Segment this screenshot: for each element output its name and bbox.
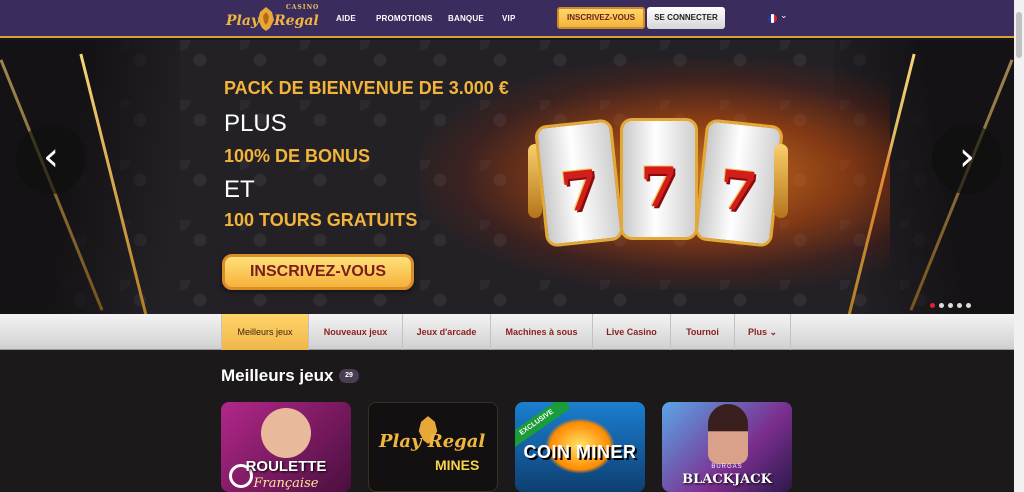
- tab-machines-a-sous[interactable]: Machines à sous: [491, 314, 593, 350]
- tab-tournoi[interactable]: Tournoi: [671, 314, 735, 350]
- promo-plus: PLUS: [224, 110, 287, 137]
- nav-promotions[interactable]: PROMOTIONS: [376, 14, 433, 23]
- game-card-subtitle: MINES: [435, 457, 480, 473]
- carousel-dot[interactable]: [966, 303, 971, 308]
- signup-button-hero[interactable]: INSCRIVEZ-VOUS: [222, 254, 414, 290]
- chevron-down-icon: ⌄: [769, 327, 778, 337]
- nav-aide[interactable]: AIDE: [336, 14, 356, 23]
- nav-vip[interactable]: VIP: [502, 14, 516, 23]
- tab-live-casino[interactable]: Live Casino: [593, 314, 671, 350]
- game-card-coin-miner[interactable]: EXCLUSIVE COIN MINER: [515, 402, 645, 492]
- seven-symbol: 7: [640, 155, 678, 219]
- games-section: [0, 350, 1014, 492]
- logo-play-text: Play: [226, 13, 260, 29]
- carousel-dot[interactable]: [930, 303, 935, 308]
- carousel-dot[interactable]: [948, 303, 953, 308]
- page-scrollbar[interactable]: [1014, 0, 1024, 492]
- chevron-down-icon: ⌄: [780, 10, 788, 20]
- carousel-prev-button[interactable]: ‹: [16, 124, 86, 194]
- promo-bonus: 100% DE BONUS: [224, 146, 371, 166]
- promo-et: ET: [224, 176, 255, 203]
- dealer-image: [261, 408, 311, 458]
- game-card-mines[interactable]: Play Regal MINES: [368, 402, 498, 492]
- logo-regal-text: Regal: [274, 13, 319, 29]
- game-category-tabs: Meilleurs jeux Nouveaux jeux Jeux d'arca…: [0, 314, 1014, 350]
- logo-casino-text: CASINO: [286, 4, 320, 11]
- slot-reel: 7: [620, 118, 698, 240]
- language-selector[interactable]: ⌄: [768, 10, 790, 25]
- game-card-title: BLACKJACK: [682, 472, 772, 487]
- game-count-badge: 29: [339, 369, 359, 383]
- chevron-left-icon: ‹: [43, 134, 59, 180]
- tab-plus[interactable]: Plus ⌄: [735, 314, 791, 350]
- tab-jeux-arcade[interactable]: Jeux d'arcade: [403, 314, 491, 350]
- france-flag-icon: [768, 14, 777, 23]
- lion-icon: [258, 7, 274, 31]
- slot-reel: 7: [533, 118, 625, 248]
- dealer-image: [708, 404, 748, 464]
- chevron-right-icon: ›: [959, 134, 975, 180]
- game-card-subtitle: Française: [253, 476, 319, 491]
- carousel-dot[interactable]: [957, 303, 962, 308]
- carousel-next-button[interactable]: ›: [932, 124, 1002, 194]
- promo-free-spins: 100 TOURS GRATUITS: [224, 210, 418, 230]
- game-card-blackjack[interactable]: BURGAS BLACKJACK: [662, 402, 792, 492]
- game-card-logo-text: Play Regal: [379, 431, 486, 452]
- signup-button-header[interactable]: INSCRIVEZ-VOUS: [557, 7, 645, 29]
- game-card-roulette[interactable]: ROULETTE Française: [221, 402, 351, 492]
- tab-plus-label: Plus: [747, 327, 767, 337]
- login-button[interactable]: SE CONNECTER: [647, 7, 725, 29]
- top-header: Play CASINO Regal AIDE PROMOTIONS BANQUE…: [0, 0, 1014, 38]
- tab-meilleurs-jeux[interactable]: Meilleurs jeux: [221, 314, 309, 350]
- slot-rail: [774, 144, 788, 218]
- section-title: Meilleurs jeux: [221, 366, 334, 385]
- tab-nouveaux-jeux[interactable]: Nouveaux jeux: [309, 314, 403, 350]
- slot-reel: 7: [693, 118, 785, 248]
- game-card-title: COIN MINER: [523, 442, 637, 462]
- nav-banque[interactable]: BANQUE: [448, 14, 484, 23]
- carousel-dot[interactable]: [939, 303, 944, 308]
- hero-banner: 7 7 7 PACK DE BIENVENUE DE 3.000 € PLUS …: [0, 40, 1014, 314]
- carousel-dots: [930, 303, 971, 308]
- game-card-title: ROULETTE: [245, 458, 327, 475]
- seven-symbol: 7: [716, 157, 761, 225]
- promo-headline: PACK DE BIENVENUE DE 3.000 €: [224, 78, 509, 98]
- seven-symbol: 7: [557, 157, 602, 225]
- scrollbar-thumb[interactable]: [1016, 12, 1022, 58]
- play-regal-logo[interactable]: Play CASINO Regal: [226, 4, 319, 34]
- game-card-subtitle: BURGAS: [711, 464, 743, 470]
